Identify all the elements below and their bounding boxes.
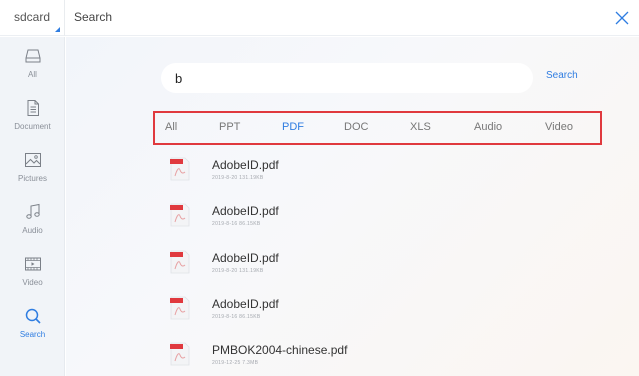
pdf-file-icon (170, 250, 190, 274)
sidebar-item-label: Video (22, 278, 43, 287)
sidebar-item-video[interactable]: Video (0, 255, 65, 307)
pdf-file-icon (170, 203, 190, 227)
document-icon (27, 100, 39, 116)
file-list-item[interactable]: AdobeID.pdf 2019-8-16 86.15KB (170, 200, 590, 240)
file-name: AdobeID.pdf (212, 297, 279, 311)
sidebar-item-label: Document (14, 122, 51, 131)
filter-xls[interactable]: XLS (410, 121, 431, 133)
search-icon (25, 308, 41, 324)
search-input[interactable] (175, 68, 515, 88)
location-tab[interactable]: sdcard (0, 0, 65, 36)
filter-bar: All PPT PDF DOC XLS Audio Video (153, 111, 602, 145)
filter-ppt[interactable]: PPT (219, 121, 240, 133)
sidebar-item-all[interactable]: All (0, 47, 65, 99)
file-meta: 2019-12-25 7.3MB (212, 360, 259, 366)
file-list-item[interactable]: AdobeID.pdf 2019-8-16 86.15KB (170, 293, 590, 333)
sidebar-item-document[interactable]: Document (0, 99, 65, 151)
close-icon[interactable] (613, 9, 631, 27)
search-box[interactable] (161, 63, 533, 93)
search-button[interactable]: Search (546, 70, 578, 81)
filter-pdf[interactable]: PDF (282, 121, 304, 133)
file-meta: 2019-8-16 86.15KB (212, 221, 261, 227)
file-list-item[interactable]: AdobeID.pdf 2019-8-20 131.19KB (170, 247, 590, 287)
drive-icon (25, 49, 40, 63)
file-name: AdobeID.pdf (212, 251, 279, 265)
sidebar: All Document Pictures Audio Video Search (0, 37, 65, 376)
pdf-file-icon (170, 296, 190, 320)
search-panel: Search All PPT PDF DOC XLS Audio Video A… (66, 37, 639, 376)
corner-indicator-icon (55, 27, 60, 32)
sidebar-item-search[interactable]: Search (0, 307, 65, 359)
sidebar-item-label: Search (19, 330, 46, 339)
filter-all[interactable]: All (165, 121, 177, 133)
top-bar: sdcard Search (0, 0, 639, 36)
picture-icon (24, 153, 41, 167)
file-name: AdobeID.pdf (212, 158, 279, 172)
video-icon (24, 257, 41, 271)
file-meta: 2019-8-16 86.15KB (212, 314, 261, 320)
file-name: PMBOK2004-chinese.pdf (212, 343, 348, 357)
file-list-item[interactable]: PMBOK2004-chinese.pdf 2019-12-25 7.3MB (170, 339, 590, 376)
file-list-item[interactable]: AdobeID.pdf 2019-8-20 131.19KB (170, 154, 590, 194)
pdf-file-icon (170, 342, 190, 366)
sidebar-item-label: Audio (22, 226, 43, 235)
file-meta: 2019-8-20 131.19KB (212, 268, 264, 274)
filter-video[interactable]: Video (545, 121, 573, 133)
sidebar-item-label: All (28, 70, 37, 79)
file-meta: 2019-8-20 131.19KB (212, 175, 264, 181)
sidebar-item-label: Pictures (18, 174, 47, 183)
sidebar-item-audio[interactable]: Audio (0, 203, 65, 255)
location-label: sdcard (13, 10, 51, 24)
file-name: AdobeID.pdf (212, 204, 279, 218)
filter-doc[interactable]: DOC (344, 121, 368, 133)
filter-audio[interactable]: Audio (474, 121, 502, 133)
sidebar-item-pictures[interactable]: Pictures (0, 151, 65, 203)
search-tab[interactable]: Search (74, 0, 112, 36)
music-note-icon (25, 203, 40, 219)
pdf-file-icon (170, 157, 190, 181)
